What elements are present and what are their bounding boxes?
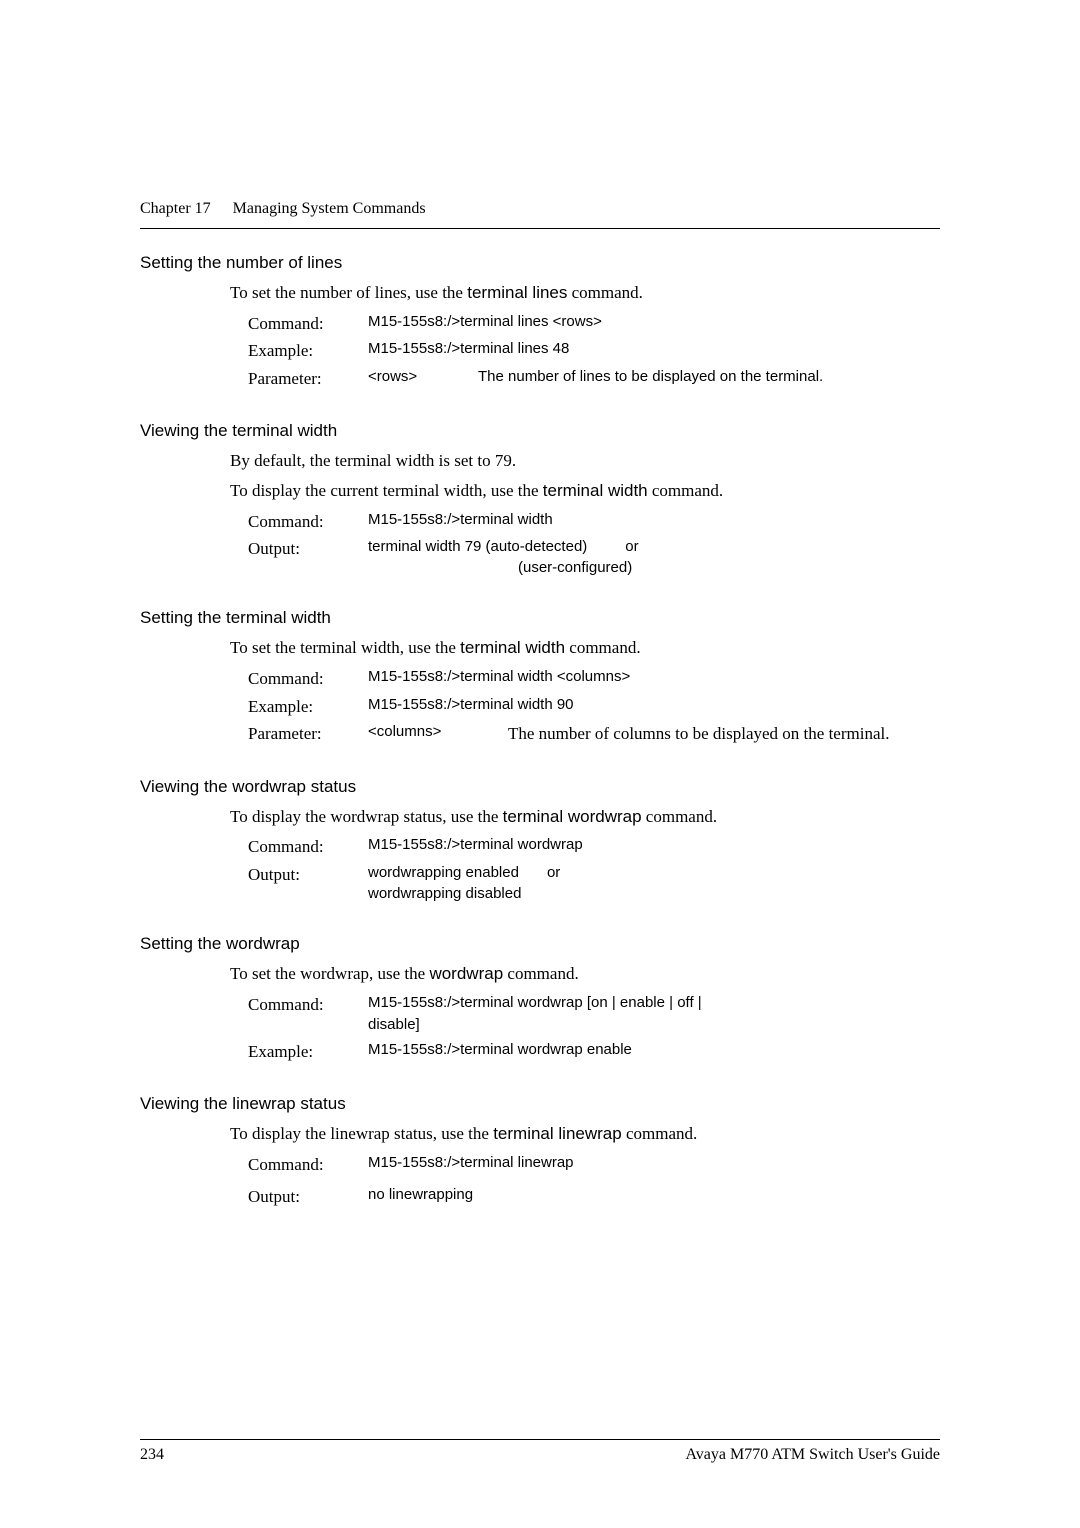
- row-value: M15-155s8:/>terminal width: [368, 509, 940, 535]
- section-title: Setting the wordwrap: [140, 934, 940, 954]
- parameter-row: Parameter: <rows> The number of lines to…: [248, 366, 940, 392]
- row-value: M15-155s8:/>terminal width 90: [368, 694, 940, 720]
- command-row: Command: M15-155s8:/>terminal lines <row…: [248, 311, 940, 337]
- section-intro: To set the wordwrap, use the wordwrap co…: [230, 962, 940, 986]
- section-intro: To display the wordwrap status, use the …: [230, 805, 940, 829]
- chapter-title: Managing System Commands: [233, 200, 426, 217]
- row-value: M15-155s8:/>terminal width <columns>: [368, 666, 940, 692]
- cmd-name: terminal width: [460, 638, 565, 657]
- row-value: <rows> The number of lines to be display…: [368, 366, 940, 392]
- row-label: Command:: [248, 1152, 368, 1178]
- row-value: no linewrapping: [368, 1184, 940, 1210]
- row-label: Command:: [248, 509, 368, 535]
- row-value: M15-155s8:/>terminal linewrap: [368, 1152, 940, 1178]
- command-row: Command: M15-155s8:/>terminal wordwrap […: [248, 992, 940, 1037]
- row-value: M15-155s8:/>terminal wordwrap [on | enab…: [368, 992, 708, 1037]
- example-row: Example: M15-155s8:/>terminal width 90: [248, 694, 940, 720]
- section-intro: To set the terminal width, use the termi…: [230, 636, 940, 660]
- cmd-name: terminal wordwrap: [503, 807, 642, 826]
- param-name: <rows>: [368, 366, 478, 392]
- section-title: Setting the number of lines: [140, 253, 940, 273]
- footer-rule: [140, 1439, 940, 1440]
- section-intro: To display the linewrap status, use the …: [230, 1122, 940, 1146]
- row-value: wordwrapping enabledor wordwrapping disa…: [368, 862, 940, 904]
- cmd-name: terminal linewrap: [493, 1124, 622, 1143]
- row-value: M15-155s8:/>terminal lines <rows>: [368, 311, 940, 337]
- section-text: By default, the terminal width is set to…: [230, 449, 940, 473]
- cmd-name: terminal width: [543, 481, 648, 500]
- guide-title: Avaya M770 ATM Switch User's Guide: [685, 1446, 940, 1464]
- section-viewing-terminal-width: Viewing the terminal width By default, t…: [140, 421, 940, 578]
- row-label: Command:: [248, 666, 368, 692]
- page-number: 234: [140, 1446, 164, 1464]
- cmd-name: terminal lines: [467, 283, 567, 302]
- row-label: Parameter:: [248, 721, 368, 747]
- example-row: Example: M15-155s8:/>terminal wordwrap e…: [248, 1039, 940, 1065]
- row-label: Output:: [248, 536, 368, 578]
- output-row: Output: terminal width 79 (auto-detected…: [248, 536, 940, 578]
- row-label: Parameter:: [248, 366, 368, 392]
- row-label: Command:: [248, 992, 368, 1037]
- param-name: <columns>: [368, 721, 508, 747]
- row-label: Command:: [248, 311, 368, 337]
- parameter-row: Parameter: <columns> The number of colum…: [248, 721, 940, 747]
- output-row: Output: wordwrapping enabledor wordwrapp…: [248, 862, 940, 904]
- cmd-name: wordwrap: [429, 964, 503, 983]
- example-row: Example: M15-155s8:/>terminal lines 48: [248, 338, 940, 364]
- chapter-number: Chapter 17: [140, 200, 211, 217]
- section-viewing-wordwrap: Viewing the wordwrap status To display t…: [140, 777, 940, 904]
- row-value: M15-155s8:/>terminal wordwrap enable: [368, 1039, 940, 1065]
- section-title: Setting the terminal width: [140, 608, 940, 628]
- param-desc: The number of lines to be displayed on t…: [478, 366, 823, 392]
- section-setting-terminal-width: Setting the terminal width To set the te…: [140, 608, 940, 746]
- section-setting-wordwrap: Setting the wordwrap To set the wordwrap…: [140, 934, 940, 1064]
- chapter-header: Chapter 17 Managing System Commands: [140, 200, 940, 218]
- command-row: Command: M15-155s8:/>terminal wordwrap: [248, 834, 940, 860]
- command-row: Command: M15-155s8:/>terminal width <col…: [248, 666, 940, 692]
- page-footer: 234 Avaya M770 ATM Switch User's Guide: [140, 1439, 940, 1464]
- command-row: Command: M15-155s8:/>terminal width: [248, 509, 940, 535]
- section-title: Viewing the terminal width: [140, 421, 940, 441]
- section-title: Viewing the wordwrap status: [140, 777, 940, 797]
- output-row: Output: no linewrapping: [248, 1184, 940, 1210]
- row-label: Example:: [248, 338, 368, 364]
- header-rule: [140, 228, 940, 229]
- section-intro: To display the current terminal width, u…: [230, 479, 940, 503]
- row-label: Output:: [248, 1184, 368, 1210]
- row-label: Command:: [248, 834, 368, 860]
- row-label: Example:: [248, 694, 368, 720]
- section-intro: To set the number of lines, use the term…: [230, 281, 940, 305]
- section-setting-lines: Setting the number of lines To set the n…: [140, 253, 940, 391]
- param-desc: The number of columns to be displayed on…: [508, 721, 889, 747]
- row-label: Output:: [248, 862, 368, 904]
- row-value: M15-155s8:/>terminal wordwrap: [368, 834, 940, 860]
- section-viewing-linewrap: Viewing the linewrap status To display t…: [140, 1094, 940, 1209]
- section-title: Viewing the linewrap status: [140, 1094, 940, 1114]
- row-label: Example:: [248, 1039, 368, 1065]
- command-row: Command: M15-155s8:/>terminal linewrap: [248, 1152, 940, 1178]
- row-value: <columns> The number of columns to be di…: [368, 721, 940, 747]
- row-value: terminal width 79 (auto-detected)or (use…: [368, 536, 940, 578]
- row-value: M15-155s8:/>terminal lines 48: [368, 338, 940, 364]
